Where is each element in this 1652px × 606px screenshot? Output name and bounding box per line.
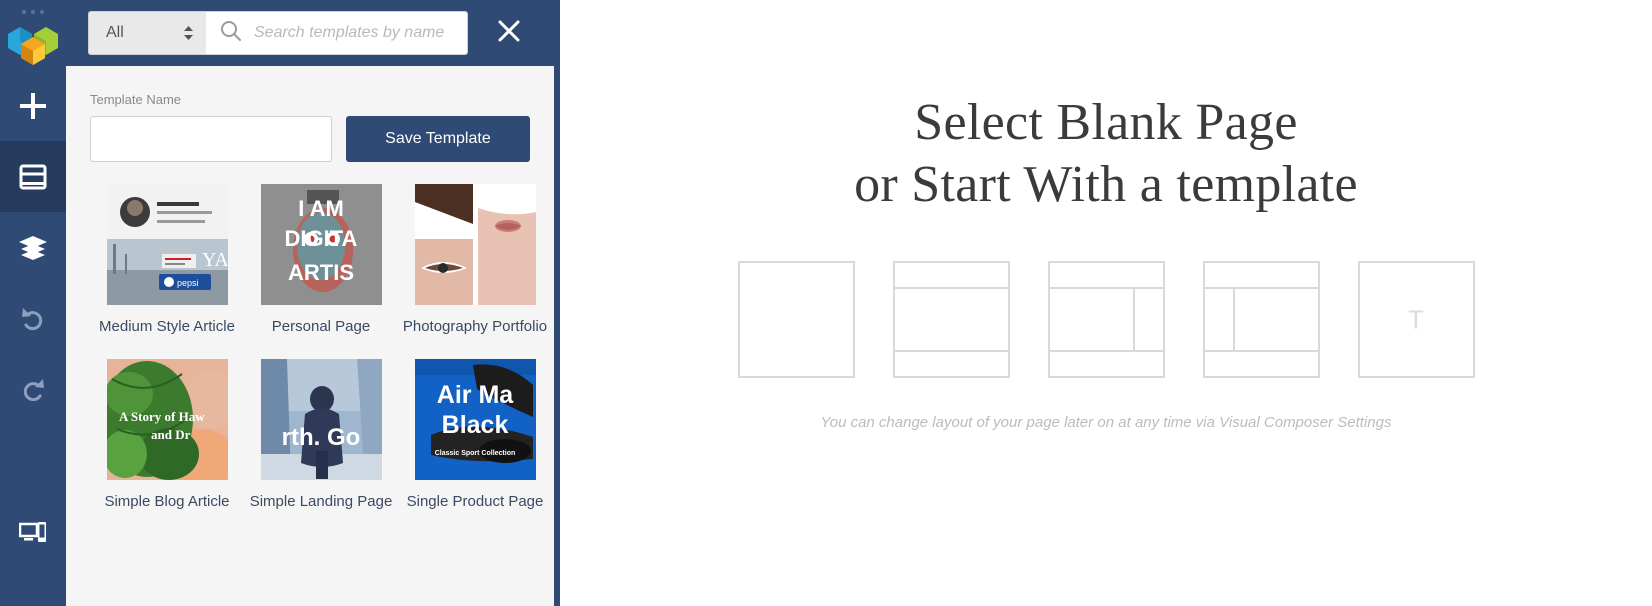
template-card[interactable]: I AM DIGITA ARTIS Personal Page	[244, 184, 398, 337]
window-dot	[22, 10, 26, 14]
template-name-input[interactable]	[90, 116, 332, 162]
layout-region-footer	[1204, 350, 1318, 376]
app-sidebar	[0, 0, 66, 606]
sidebar-item-add[interactable]	[0, 70, 66, 141]
layout-options: T	[560, 261, 1652, 378]
layout-option-header-content-footer[interactable]	[892, 261, 1010, 378]
svg-text:Air Ma: Air Ma	[436, 381, 514, 409]
template-card[interactable]: A Story of Haw and Dr Simple Blog Articl…	[90, 359, 244, 512]
svg-text:pepsi: pepsi	[177, 278, 199, 288]
layout-option-blank[interactable]	[737, 261, 855, 378]
plus-icon	[18, 91, 48, 121]
page-title: Select Blank Page or Start With a templa…	[560, 0, 1652, 216]
layout-option-header-left-sidebar-content-footer[interactable]	[1202, 261, 1320, 378]
template-grid: pepsi YA Medium Style Article I AM DIGIT…	[66, 162, 554, 534]
updown-arrows-icon	[183, 25, 194, 41]
layout-region-left-sidebar	[1205, 289, 1235, 350]
svg-text:ARTIS: ARTIS	[288, 260, 354, 285]
svg-text:and Dr: and Dr	[151, 427, 191, 442]
template-card-label: Simple Blog Article	[104, 493, 230, 510]
sidebar-item-responsive-preview[interactable]	[0, 497, 66, 568]
svg-text:Black: Black	[441, 411, 508, 439]
template-card[interactable]: Photography Portfolio	[398, 184, 552, 337]
svg-text:YA: YA	[202, 249, 228, 271]
page-title-line-1: Select Blank Page	[914, 94, 1298, 151]
close-icon	[496, 18, 522, 49]
simple-blog-article-thumb: A Story of Haw and Dr	[106, 359, 228, 480]
layout-region-main	[740, 263, 853, 376]
sidebar-item-undo[interactable]	[0, 283, 66, 354]
templates-icon	[19, 164, 47, 190]
photography-portfolio-thumb	[414, 184, 536, 305]
personal-page-thumb: I AM DIGITA ARTIS	[260, 184, 382, 305]
layout-region-main	[1205, 289, 1318, 350]
svg-text:I AM: I AM	[298, 196, 344, 221]
layout-region-content	[1050, 289, 1133, 350]
template-category-filter-value: All	[106, 24, 124, 41]
search-input[interactable]	[254, 13, 454, 53]
window-dot	[31, 10, 35, 14]
template-card[interactable]: rth. Go Simple Landing Page	[244, 359, 398, 512]
search-field-wrapper[interactable]	[206, 11, 468, 55]
template-card-label: Medium Style Article	[99, 318, 235, 335]
visual-composer-cubes-logo[interactable]	[0, 20, 66, 70]
svg-text:rth. Go: rth. Go	[281, 424, 360, 451]
template-card[interactable]: Air Ma Black Classic Sport Collection Si…	[398, 359, 552, 512]
layout-region-header	[894, 263, 1008, 289]
layout-region-footer	[1049, 350, 1163, 376]
layout-region-main	[895, 289, 1008, 350]
layers-icon	[18, 235, 48, 261]
medium-style-article-thumb: pepsi YA	[106, 184, 228, 305]
layout-region-main	[1050, 289, 1163, 350]
template-card[interactable]: pepsi YA Medium Style Article	[90, 184, 244, 337]
layout-region-content	[1235, 289, 1318, 350]
canvas-area: Select Blank Page or Start With a templa…	[560, 0, 1652, 606]
theme-template-letter: T	[1408, 304, 1424, 334]
layout-option-header-content-right-sidebar-footer[interactable]	[1047, 261, 1165, 378]
devices-icon	[19, 521, 47, 545]
window-dots	[0, 0, 66, 18]
undo-icon	[19, 305, 47, 333]
template-card-label: Photography Portfolio	[402, 318, 548, 335]
close-panel-button[interactable]	[492, 16, 526, 50]
template-card-label: Simple Landing Page	[249, 493, 393, 510]
page-title-line-2: or Start With a template	[854, 156, 1358, 213]
svg-text:Classic Sport Collection: Classic Sport Collection	[434, 450, 515, 457]
layout-region-content	[740, 263, 853, 376]
save-template-row: Template Name Save Template	[66, 66, 554, 162]
search-icon	[220, 20, 242, 47]
save-controls: Save Template	[90, 116, 530, 162]
template-card-label: Personal Page	[271, 318, 371, 335]
template-panel: All Search templates by name Template Na…	[66, 0, 560, 606]
single-product-page-thumb: Air Ma Black Classic Sport Collection	[414, 359, 536, 480]
template-name-label: Template Name	[90, 92, 182, 107]
template-category-filter[interactable]: All	[88, 11, 206, 55]
panel-toolbar: All	[66, 0, 560, 66]
redo-icon	[19, 376, 47, 404]
layout-region-header	[1049, 263, 1163, 289]
template-card-label: Single Product Page	[406, 493, 544, 510]
layout-option-theme-template[interactable]: T	[1357, 261, 1475, 378]
sidebar-item-layers[interactable]	[0, 212, 66, 283]
sidebar-item-redo[interactable]	[0, 354, 66, 425]
layout-region-header	[1204, 263, 1318, 289]
sidebar-item-templates[interactable]	[0, 141, 66, 212]
canvas-hint-text: You can change layout of your page later…	[820, 414, 1392, 431]
panel-body: Template Name Save Template pepsi YA Med…	[66, 66, 554, 606]
layout-region-content	[895, 289, 1008, 350]
layout-region-footer	[894, 350, 1008, 376]
simple-landing-page-thumb: rth. Go	[260, 359, 382, 480]
window-dot	[40, 10, 44, 14]
svg-text:DIGITA: DIGITA	[284, 226, 357, 251]
layout-region-right-sidebar	[1132, 289, 1163, 350]
save-template-button[interactable]: Save Template	[345, 116, 530, 162]
svg-text:A Story of Haw: A Story of Haw	[119, 409, 205, 424]
